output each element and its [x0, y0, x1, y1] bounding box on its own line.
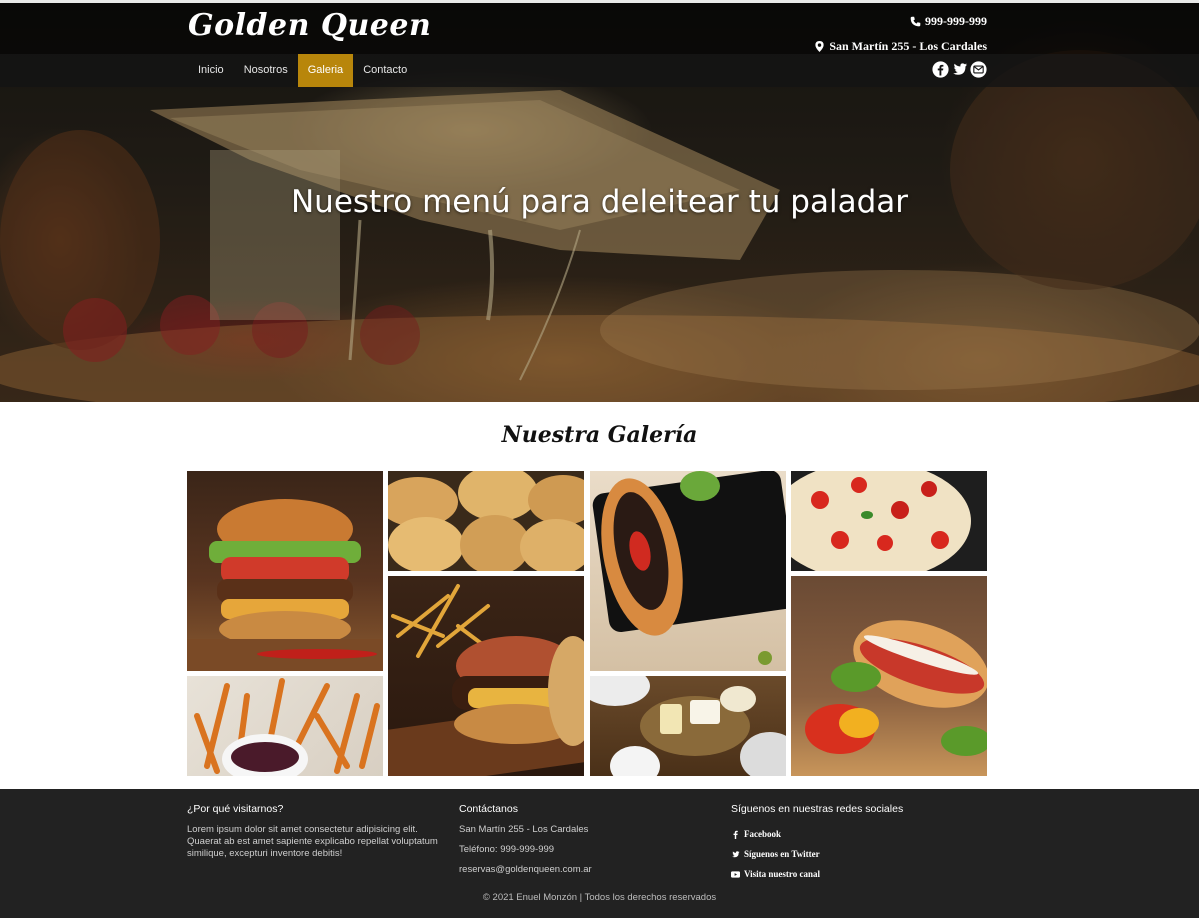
- gallery-image-empanadas[interactable]: [388, 471, 584, 571]
- hero-title: Nuestro menú para deleitear tu paladar: [290, 184, 909, 220]
- footer-why-text: Lorem ipsum dolor sit amet consectetur a…: [187, 824, 438, 859]
- footer-contact-heading: Contáctanos: [459, 803, 518, 815]
- gallery-image-hot-dog[interactable]: [590, 471, 786, 671]
- site-logo[interactable]: Golden Queen: [188, 8, 431, 43]
- footer-why-heading: ¿Por qué visitarnos?: [187, 803, 284, 815]
- header-bar: [0, 3, 1199, 54]
- footer-address: San Martín 255 - Los Cardales: [459, 824, 589, 835]
- header-address-text: San Martín 255 - Los Cardales: [829, 39, 987, 53]
- nav-item-galeria[interactable]: Galeria: [297, 54, 354, 87]
- footer-phone: Teléfono: 999-999-999: [459, 844, 555, 855]
- phone-icon: [910, 16, 921, 27]
- gallery-title: Nuestra Galería: [501, 422, 698, 448]
- footer-contact-column: Contáctanos San Martín 255 - Los Cardale…: [459, 803, 592, 884]
- nav-item-contacto[interactable]: Contacto: [353, 54, 417, 87]
- footer: ¿Por qué visitarnos? Lorem ipsum dolor s…: [0, 789, 1199, 918]
- footer-twitter-link[interactable]: Síguenos en Twitter: [731, 844, 903, 864]
- header-address: San Martín 255 - Los Cardales: [814, 39, 987, 54]
- footer-youtube-label: Visita nuestro canal: [744, 869, 821, 879]
- gallery-image-bacon-burger[interactable]: [388, 576, 584, 776]
- gallery-image-burger[interactable]: [187, 471, 383, 671]
- footer-twitter-label: Síguenos en Twitter: [744, 849, 820, 859]
- nav-item-nosotros[interactable]: Nosotros: [234, 54, 298, 87]
- header-phone-text: 999-999-999: [925, 14, 987, 28]
- footer-social-column: Síguenos en nuestras redes sociales Face…: [731, 803, 903, 884]
- nav-bar: [0, 54, 1199, 87]
- twitter-icon[interactable]: [951, 61, 968, 78]
- twitter-icon: [732, 850, 740, 857]
- map-marker-icon: [815, 41, 824, 52]
- gallery-image-sandwich[interactable]: [791, 576, 987, 776]
- youtube-icon: [731, 870, 740, 878]
- hero-banner: Golden Queen 999-999-999 San Martín 255 …: [0, 0, 1199, 402]
- header-phone: 999-999-999: [910, 14, 987, 29]
- footer-why-column: ¿Por qué visitarnos? Lorem ipsum dolor s…: [187, 803, 449, 860]
- footer-copyright: © 2021 Enuel Monzón | Todos los derechos…: [482, 892, 717, 903]
- facebook-icon[interactable]: [932, 61, 949, 78]
- footer-email-link[interactable]: reservas@goldenqueen.com.ar: [459, 864, 592, 884]
- footer-social-heading: Síguenos en nuestras redes sociales: [731, 803, 904, 815]
- gallery-image-fries[interactable]: [187, 676, 383, 776]
- footer-facebook-label: Facebook: [744, 829, 781, 839]
- nav-item-inicio[interactable]: Inicio: [188, 54, 234, 87]
- email-icon[interactable]: [970, 61, 987, 78]
- header-social-links: [932, 61, 987, 78]
- gallery-image-cheese-board[interactable]: [590, 676, 786, 776]
- footer-facebook-link[interactable]: Facebook: [731, 824, 903, 844]
- facebook-icon: [733, 830, 738, 839]
- gallery-image-pizza[interactable]: [791, 471, 987, 571]
- main-nav: Inicio Nosotros Galeria Contacto: [188, 54, 417, 87]
- footer-youtube-link[interactable]: Visita nuestro canal: [731, 864, 903, 884]
